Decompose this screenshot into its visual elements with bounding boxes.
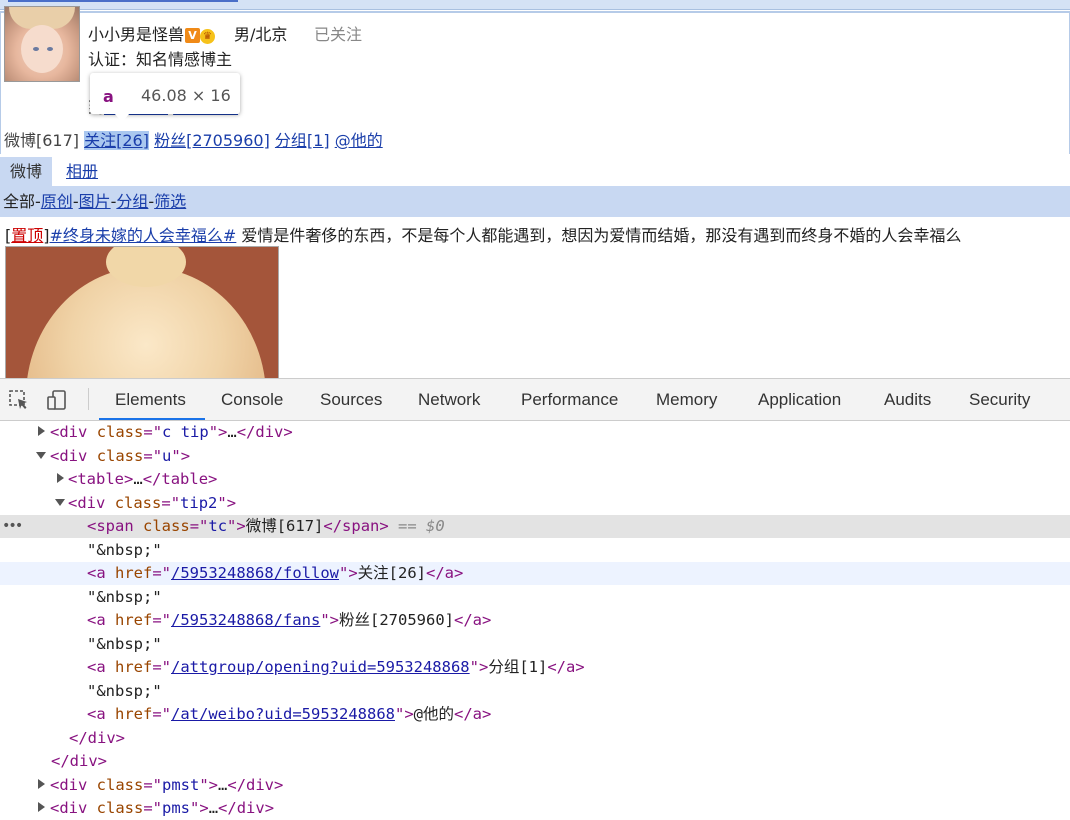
dom-node[interactable]: <a href="/attgroup/opening?uid=595324886…: [0, 656, 1070, 679]
profile-username: 小小男是怪兽 V ♛: [88, 21, 216, 45]
dom-node-hovered[interactable]: <a href="/5953248868/follow">关注[26]</a>: [0, 562, 1070, 585]
expand-arrow-icon[interactable]: [38, 802, 45, 812]
tooltip-arrow: [114, 113, 130, 122]
dom-node[interactable]: <div class="tip2">: [0, 492, 1070, 515]
collapse-arrow-icon[interactable]: [55, 498, 65, 506]
post-hashtag[interactable]: #终身未嫁的人会幸福么#: [50, 226, 237, 245]
weibo-page: 小小男是怪兽V♛ 男/北京 已关注 认证：知名情感博主 到特别关注 送Ta会员 …: [0, 0, 1070, 378]
username-text: 小小男是怪兽: [88, 25, 185, 44]
verification-text: 认证：知名情感博主: [88, 50, 233, 69]
inspect-element-icon[interactable]: [8, 389, 30, 411]
tab-audits[interactable]: Audits: [884, 379, 931, 420]
tab-console[interactable]: Console: [221, 379, 283, 420]
dom-text-node[interactable]: "&nbsp;": [0, 539, 1070, 562]
top-bar: [0, 0, 1070, 10]
devtools-toolbar: Elements Console Sources Network Perform…: [0, 379, 1070, 421]
dom-text-node[interactable]: "&nbsp;": [0, 633, 1070, 656]
dom-text-node[interactable]: "&nbsp;": [0, 680, 1070, 703]
collapse-arrow-icon[interactable]: [36, 451, 46, 459]
tab-memory[interactable]: Memory: [656, 379, 717, 420]
filter-bar: 全部-原创-图片-分组-筛选: [0, 186, 1070, 217]
vip-badge-icon: V: [185, 28, 201, 43]
devtools-panel: Elements Console Sources Network Perform…: [0, 378, 1070, 820]
filter-original[interactable]: 原创: [41, 192, 73, 211]
tab-album[interactable]: 相册: [66, 157, 98, 186]
filter-images[interactable]: 图片: [79, 192, 111, 211]
inspect-tooltip: a 46.08 × 16: [90, 73, 240, 122]
expand-arrow-icon[interactable]: [38, 778, 45, 789]
dom-node-selected[interactable]: ••• <span class="tc">微博[617]</span> == $0: [0, 515, 1070, 538]
dom-tree: <div class="c tip">…</div> <div class="u…: [0, 421, 1070, 820]
dom-node[interactable]: <a href="/at/weibo?uid=5953248868">@他的</…: [0, 703, 1070, 726]
active-tab-indicator: [99, 418, 205, 420]
pinned-label[interactable]: 置顶: [11, 226, 43, 245]
dom-node[interactable]: <div class="pmst">…</div>: [0, 774, 1070, 797]
dom-text-node[interactable]: "&nbsp;": [0, 586, 1070, 609]
avatar-eye: [47, 47, 53, 51]
tab-application[interactable]: Application: [758, 379, 841, 420]
post-text: [置顶]#终身未嫁的人会幸福么# 爱情是件奢侈的东西，不是每个人都能遇到，想因为…: [5, 226, 962, 245]
gender-location: 男/北京: [234, 25, 288, 44]
post-image[interactable]: [5, 246, 279, 378]
avatar[interactable]: [4, 6, 80, 82]
weibo-count: 微博[617]: [4, 131, 80, 150]
top-bar-fragment: [8, 0, 238, 2]
following-link[interactable]: 关注[26]: [84, 131, 149, 150]
tab-sources[interactable]: Sources: [320, 379, 382, 420]
avatar-eye: [33, 47, 39, 51]
tooltip-tag: a: [103, 87, 114, 106]
dom-node[interactable]: </div>: [0, 750, 1070, 773]
follow-status[interactable]: 已关注: [314, 21, 362, 45]
profile-tabs: 微博 相册: [0, 154, 1070, 186]
mentions-link[interactable]: @他的: [335, 131, 383, 150]
device-toolbar-icon[interactable]: [46, 389, 68, 411]
dom-node[interactable]: <div class="c tip">…</div>: [0, 421, 1070, 444]
filter-groups[interactable]: 分组: [116, 192, 148, 211]
fans-link[interactable]: 粉丝[2705960]: [154, 131, 270, 150]
tooltip-dimensions: 46.08 × 16: [141, 86, 231, 105]
crown-badge-icon: ♛: [200, 29, 216, 44]
profile-stats: 微博[617] 关注[26] 粉丝[2705960] 分组[1] @他的: [4, 127, 383, 151]
tab-security[interactable]: Security: [969, 379, 1030, 420]
filter-all: 全部: [3, 192, 36, 211]
dom-node[interactable]: </div>: [0, 727, 1070, 750]
toolbar-separator: [88, 388, 89, 410]
post-body: 爱情是件奢侈的东西，不是每个人都能遇到，想因为爱情而结婚，那没有遇到而终身不婚的…: [236, 226, 962, 245]
tab-network[interactable]: Network: [418, 379, 480, 420]
expand-arrow-icon[interactable]: [57, 473, 64, 483]
more-dots-icon[interactable]: •••: [2, 515, 23, 538]
dom-node[interactable]: <a href="/5953248868/fans">粉丝[2705960]</…: [0, 609, 1070, 632]
dom-node[interactable]: <div class="u">: [0, 445, 1070, 468]
tab-performance[interactable]: Performance: [521, 379, 618, 420]
dom-node[interactable]: <table>…</table>: [0, 468, 1070, 491]
dom-node[interactable]: <div class="pms">…</div>: [0, 797, 1070, 820]
tab-weibo[interactable]: 微博: [0, 157, 52, 186]
filter-screen[interactable]: 筛选: [154, 192, 186, 211]
tab-elements[interactable]: Elements: [115, 379, 186, 420]
groups-link[interactable]: 分组[1]: [275, 131, 330, 150]
expand-arrow-icon[interactable]: [38, 426, 45, 436]
avatar-face: [21, 25, 63, 73]
